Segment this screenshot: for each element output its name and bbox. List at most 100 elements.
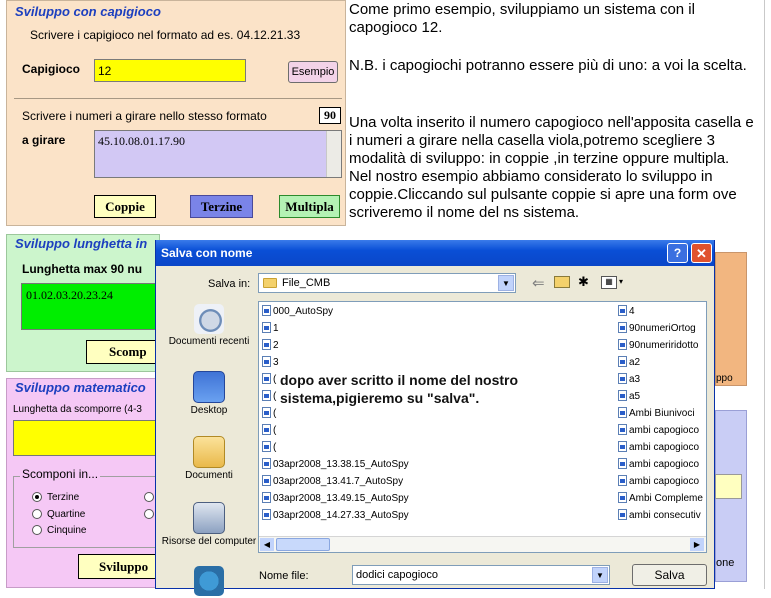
file-item[interactable]: 000_AutoSpy: [262, 304, 602, 319]
file-item[interactable]: ambi capogioco: [618, 457, 706, 472]
save-in-label: Salva in:: [208, 278, 251, 290]
file-item[interactable]: 03apr2008_13.38.15_AutoSpy: [262, 457, 602, 472]
file-item[interactable]: 2: [262, 338, 602, 353]
filename-chevron-icon[interactable]: ▼: [592, 567, 608, 583]
place-network[interactable]: [160, 566, 258, 598]
radio-partial-1[interactable]: [144, 492, 154, 502]
coppie-button[interactable]: Coppie: [94, 195, 156, 218]
filename-label: Nome file:: [259, 570, 309, 582]
file-item[interactable]: Ambi Compleme: [618, 491, 706, 506]
example-button[interactable]: Esempio: [288, 61, 338, 83]
new-folder-icon[interactable]: ✱: [578, 274, 589, 290]
scroll-thumb[interactable]: [276, 538, 330, 551]
dialog-titlebar[interactable]: Salva con nome ? ✕: [156, 240, 714, 266]
scroll-left-icon[interactable]: ◀: [260, 538, 274, 551]
places-bar: Documenti recenti Desktop Documenti Riso…: [158, 298, 258, 596]
help-icon[interactable]: ?: [667, 243, 688, 263]
radio-partial-2[interactable]: [144, 509, 154, 519]
file-name: 4: [629, 306, 635, 317]
file-item[interactable]: ambi capogioco: [618, 423, 706, 438]
radio-quartine[interactable]: [32, 509, 42, 519]
documents-folder-icon: [193, 436, 225, 468]
lunghetta-input[interactable]: 01.02.03.20.23.24: [21, 283, 160, 330]
matematico-title: Sviluppo matematico: [15, 380, 146, 395]
file-item[interactable]: 4: [618, 304, 706, 319]
place-recent[interactable]: Documenti recenti: [160, 304, 258, 347]
scomponi-button[interactable]: Scomp: [86, 340, 160, 364]
right-yellow-field[interactable]: [715, 474, 742, 499]
file-item[interactable]: 90numeriridotto: [618, 338, 706, 353]
file-item[interactable]: 03apr2008_13.41.7_AutoSpy: [262, 474, 602, 489]
file-icon: [262, 407, 271, 418]
file-name: 2: [273, 340, 279, 351]
place-desktop[interactable]: Desktop: [160, 371, 258, 416]
matematico-label: Lunghetta da scomporre (4-3: [13, 404, 142, 415]
file-item[interactable]: 03apr2008_14.27.33_AutoSpy: [262, 508, 602, 523]
numbers-scrollbar[interactable]: [326, 131, 341, 177]
file-item[interactable]: ambi consecutiv: [618, 508, 706, 523]
file-list[interactable]: 000_AutoSpy 1 2 3 (((((03apr2008_13.38.15_Au…: [258, 301, 707, 553]
numbers-label: a girare: [22, 133, 66, 147]
network-icon: [194, 566, 224, 596]
back-icon[interactable]: ⇐: [532, 274, 545, 292]
place-documents[interactable]: Documenti: [160, 436, 258, 481]
file-icon: [262, 339, 271, 350]
file-item[interactable]: a5: [618, 389, 706, 404]
file-name: (: [273, 408, 277, 419]
file-name: (: [273, 391, 277, 402]
horizontal-scrollbar[interactable]: ◀ ▶: [259, 536, 706, 552]
file-name: ambi capogioco: [629, 442, 700, 453]
file-icon: [618, 458, 627, 469]
numbers-hint: Scrivere i numeri a girare nello stesso …: [22, 109, 267, 123]
file-item[interactable]: (: [262, 423, 602, 438]
recent-documents-icon: [194, 304, 224, 334]
file-item[interactable]: Ambi Biunivoci: [618, 406, 706, 421]
file-name: Ambi Compleme: [629, 493, 703, 504]
folder-icon: [263, 278, 277, 288]
save-dialog: Salva con nome ? ✕ Salva in: File_CMB ▼ …: [155, 240, 715, 596]
file-item[interactable]: (: [262, 406, 602, 421]
file-item[interactable]: 03apr2008_13.49.15_AutoSpy: [262, 491, 602, 506]
radio-terzine[interactable]: [32, 492, 42, 502]
desktop-icon: [193, 371, 225, 403]
matematico-input[interactable]: [13, 420, 160, 456]
radio-cinquine[interactable]: [32, 525, 42, 535]
file-name: ambi consecutiv: [629, 510, 701, 521]
file-icon: [262, 373, 271, 384]
explanation-p1: Come primo esempio, sviluppiamo un siste…: [349, 1, 695, 36]
right-orange-panel: [715, 252, 747, 386]
close-icon[interactable]: ✕: [691, 243, 712, 263]
file-icon: [262, 441, 271, 452]
file-item[interactable]: 1: [262, 321, 602, 336]
up-folder-icon[interactable]: [554, 276, 570, 288]
computer-icon: [193, 502, 225, 534]
sviluppo-button[interactable]: Sviluppo: [78, 554, 160, 579]
file-name: ambi capogioco: [629, 425, 700, 436]
file-item[interactable]: (: [262, 440, 602, 455]
terzine-button[interactable]: Terzine: [190, 195, 253, 218]
place-computer[interactable]: Risorse del computer: [160, 502, 258, 547]
file-item[interactable]: 90numeriOrtog: [618, 321, 706, 336]
file-item[interactable]: a3: [618, 372, 706, 387]
file-icon: [618, 390, 627, 401]
file-name: 3: [273, 357, 279, 368]
folder-select[interactable]: File_CMB ▼: [258, 273, 516, 293]
chevron-down-icon[interactable]: ▼: [498, 275, 514, 291]
file-icon: [618, 475, 627, 486]
save-button[interactable]: Salva: [632, 564, 707, 586]
view-menu-icon[interactable]: ▦: [601, 276, 617, 289]
file-item[interactable]: a2: [618, 355, 706, 370]
file-item[interactable]: 3: [262, 355, 602, 370]
file-name: 03apr2008_13.41.7_AutoSpy: [273, 476, 404, 487]
file-icon: [618, 441, 627, 452]
filename-input[interactable]: dodici capogioco ▼: [352, 565, 610, 585]
numbers-textarea[interactable]: 45.10.08.01.17.90: [94, 130, 342, 178]
scroll-right-icon[interactable]: ▶: [690, 538, 704, 551]
file-icon: [262, 424, 271, 435]
multipla-button[interactable]: Multipla: [279, 195, 340, 218]
file-icon: [262, 492, 271, 503]
file-item[interactable]: ambi capogioco: [618, 440, 706, 455]
capigioco-input[interactable]: 12: [94, 59, 246, 82]
lunghetta-title: Sviluppo lunghetta in: [15, 236, 148, 251]
file-item[interactable]: ambi capogioco: [618, 474, 706, 489]
